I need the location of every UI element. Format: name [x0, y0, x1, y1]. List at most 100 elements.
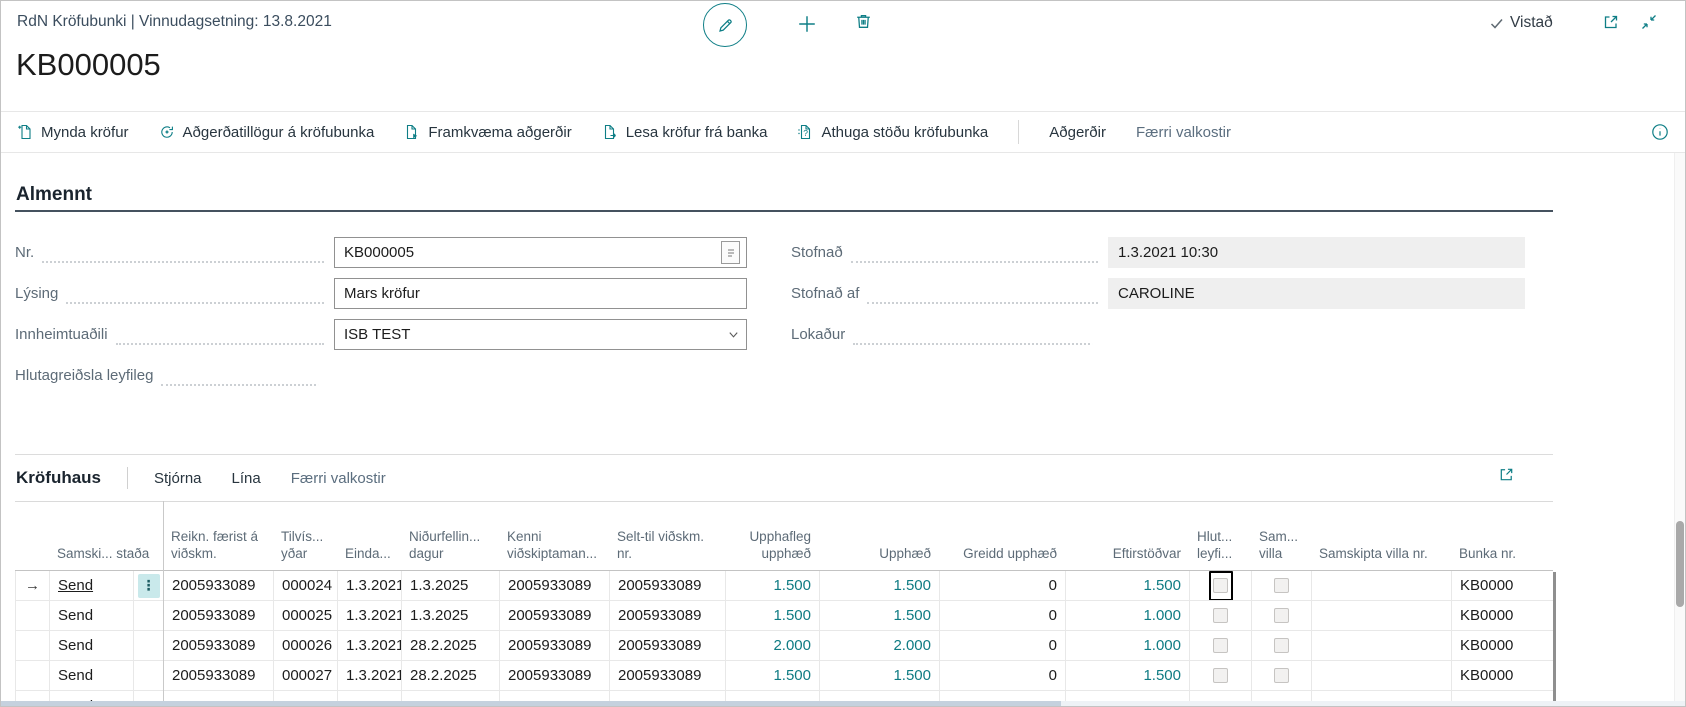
- cell-reikn-faerist[interactable]: 2005933089: [164, 601, 274, 630]
- cell-upphaed[interactable]: 1.500: [820, 661, 940, 690]
- header-kenni-vidskiptamanns[interactable]: Kenni viðskiptaman...: [499, 528, 609, 570]
- cell-bunka-nr[interactable]: KB0000: [1452, 631, 1553, 660]
- header-hlut-leyfileg[interactable]: Hlut... leyfi...: [1189, 528, 1251, 570]
- cell-kenni-vidskiptamanns[interactable]: 2005933089: [500, 571, 610, 600]
- header-tilvisun[interactable]: Tilvís... yðar: [273, 528, 337, 570]
- samskipta-villa-checkbox[interactable]: [1274, 668, 1289, 683]
- cell-reikn-faerist[interactable]: 2005933089: [164, 571, 274, 600]
- cell-eindagi[interactable]: 1.3.2021: [338, 571, 402, 600]
- cell-upphafleg-upphaed[interactable]: 1.500: [726, 661, 820, 690]
- grid-scrollbar[interactable]: [1553, 572, 1556, 701]
- cell-samskipta-villa[interactable]: [1252, 631, 1312, 660]
- section-title-almennt[interactable]: Almennt: [16, 184, 92, 206]
- cell-nidurfellingardagur[interactable]: 1.3.2025: [402, 571, 500, 600]
- table-row[interactable]: Send 2005933089 000027 1.3.2021 28.2.202…: [15, 661, 1553, 691]
- cell-hlut-leyfileg[interactable]: [1190, 661, 1252, 690]
- header-eftirstodvar[interactable]: Eftirstöðvar: [1065, 545, 1189, 570]
- cell-upphafleg-upphaed[interactable]: 1.500: [726, 571, 820, 600]
- collapse-header-button[interactable]: [1640, 13, 1658, 31]
- cell-kenni-vidskiptamanns[interactable]: 2005933089: [500, 601, 610, 630]
- cell-hlut-leyfileg[interactable]: [1190, 601, 1252, 630]
- cell-nidurfellingardagur[interactable]: 28.2.2025: [402, 661, 500, 690]
- lysing-input[interactable]: [344, 285, 740, 302]
- row-options-cell[interactable]: [134, 631, 164, 660]
- actions-menu[interactable]: Aðgerðir: [1049, 124, 1106, 141]
- cell-eftirstodvar[interactable]: 1.500: [1066, 571, 1190, 600]
- table-row[interactable]: → Send ⋮ 2005933089 000024 1.3.2021 1.3.…: [15, 571, 1553, 601]
- grid-menu-stjorna[interactable]: Stjórna: [154, 470, 202, 487]
- cell-greidd-upphaed[interactable]: 0: [940, 601, 1066, 630]
- delete-button[interactable]: [854, 12, 873, 31]
- cell-bunka-nr[interactable]: KB0000: [1452, 661, 1553, 690]
- hlut-leyfileg-checkbox[interactable]: [1213, 638, 1228, 653]
- horizontal-scrollbar-thumb[interactable]: [1, 701, 1061, 707]
- cell-tilvisun[interactable]: 000027: [274, 661, 338, 690]
- hlut-leyfileg-checkbox[interactable]: [1213, 578, 1228, 593]
- grid-menu-faerri-valkostir[interactable]: Færri valkostir: [291, 470, 386, 487]
- samskipta-villa-checkbox[interactable]: [1274, 608, 1289, 623]
- samskipta-villa-checkbox[interactable]: [1274, 638, 1289, 653]
- cell-eftirstodvar[interactable]: 1.000: [1066, 601, 1190, 630]
- edit-button[interactable]: [703, 3, 747, 47]
- cell-bunka-nr[interactable]: KB0000: [1452, 601, 1553, 630]
- header-greidd-upphaed[interactable]: Greidd upphæð: [939, 545, 1065, 570]
- cell-greidd-upphaed[interactable]: 0: [940, 631, 1066, 660]
- cell-reikn-faerist[interactable]: 2005933089: [164, 631, 274, 660]
- cell-nidurfellingardagur[interactable]: 28.2.2025: [402, 631, 500, 660]
- cell-eindagi[interactable]: 1.3.2021: [338, 601, 402, 630]
- cell-samskipta-villa-nr[interactable]: [1312, 571, 1452, 600]
- cell-samskipta-stada[interactable]: Send: [50, 661, 134, 690]
- cell-eindagi[interactable]: 1.3.2021: [338, 631, 402, 660]
- table-row[interactable]: Send 2005933089 000025 1.3.2021 1.3.2025…: [15, 601, 1553, 631]
- header-samskipta-villa-nr[interactable]: Samskipta villa nr.: [1311, 545, 1451, 570]
- cell-samskipta-villa-nr[interactable]: [1312, 601, 1452, 630]
- header-selt-til-vidskm[interactable]: Selt-til viðskm. nr.: [609, 528, 725, 570]
- cell-eindagi[interactable]: 1.3.2021: [338, 661, 402, 690]
- cell-selt-til-vidskm[interactable]: 2005933089: [610, 661, 726, 690]
- innheimtuadili-dropdown[interactable]: [334, 319, 747, 350]
- cell-samskipta-villa-nr[interactable]: [1312, 631, 1452, 660]
- cell-greidd-upphaed[interactable]: 0: [940, 661, 1066, 690]
- assist-edit-button[interactable]: [721, 241, 740, 264]
- cell-selt-til-vidskm[interactable]: 2005933089: [610, 631, 726, 660]
- cell-eftirstodvar[interactable]: 1.000: [1066, 631, 1190, 660]
- cell-upphaed[interactable]: 1.500: [820, 571, 940, 600]
- cell-reikn-faerist[interactable]: 2005933089: [164, 661, 274, 690]
- header-upphafleg-upphaed[interactable]: Upphafleg upphæð: [725, 528, 819, 570]
- cell-bunka-nr[interactable]: KB0000: [1452, 571, 1553, 600]
- cell-tilvisun[interactable]: 000024: [274, 571, 338, 600]
- header-samskipta-stada[interactable]: Samski... staða: [49, 545, 163, 570]
- cell-samskipta-stada[interactable]: Send: [50, 631, 134, 660]
- header-reikn-faerist[interactable]: Reikn. færist á viðskm.: [163, 528, 273, 570]
- cell-tilvisun[interactable]: 000026: [274, 631, 338, 660]
- breadcrumb[interactable]: RdN Kröfubunki | Vinnudagsetning: 13.8.2…: [17, 13, 332, 31]
- cell-hlut-leyfileg[interactable]: [1190, 571, 1252, 600]
- action-mynda-krofur[interactable]: Mynda kröfur: [17, 124, 129, 141]
- grid-menu-lina[interactable]: Lína: [232, 470, 261, 487]
- open-in-new-window-button[interactable]: [1602, 13, 1620, 31]
- cell-upphafleg-upphaed[interactable]: 2.000: [726, 631, 820, 660]
- cell-kenni-vidskiptamanns[interactable]: 2005933089: [500, 661, 610, 690]
- header-nidurfellingardagur[interactable]: Niðurfellin... dagur: [401, 528, 499, 570]
- cell-samskipta-villa[interactable]: [1252, 661, 1312, 690]
- header-upphaed[interactable]: Upphæð: [819, 545, 939, 570]
- row-options-cell[interactable]: [134, 601, 164, 630]
- cell-tilvisun[interactable]: 000025: [274, 601, 338, 630]
- hlut-leyfileg-checkbox[interactable]: [1213, 608, 1228, 623]
- action-framkvaema-adgerdir[interactable]: Framkvæma aðgerðir: [404, 124, 571, 141]
- hlut-leyfileg-checkbox[interactable]: [1213, 668, 1228, 683]
- new-button[interactable]: [797, 14, 817, 34]
- cell-samskipta-villa[interactable]: [1252, 571, 1312, 600]
- info-button[interactable]: [1651, 123, 1669, 141]
- cell-samskipta-villa-nr[interactable]: [1312, 661, 1452, 690]
- header-samskipta-villa[interactable]: Sam... villa: [1251, 528, 1311, 570]
- cell-samskipta-stada[interactable]: Send: [50, 571, 134, 600]
- cell-eftirstodvar[interactable]: 1.500: [1066, 661, 1190, 690]
- cell-samskipta-stada[interactable]: Send: [50, 601, 134, 630]
- header-eindagi[interactable]: Einda...: [337, 545, 401, 570]
- cell-samskipta-villa[interactable]: [1252, 601, 1312, 630]
- row-options-cell[interactable]: ⋮: [134, 571, 164, 600]
- cell-greidd-upphaed[interactable]: 0: [940, 571, 1066, 600]
- row-options-cell[interactable]: [134, 661, 164, 690]
- chevron-down-icon[interactable]: [727, 328, 740, 341]
